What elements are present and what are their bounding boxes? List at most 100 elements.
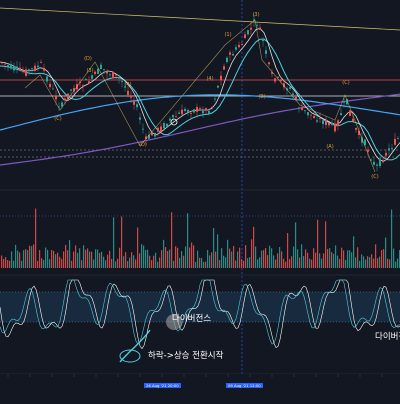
candle-body	[13, 66, 15, 71]
candle-body	[199, 108, 201, 110]
volume-bar	[79, 248, 81, 268]
candle-body	[340, 113, 342, 116]
volume-bar	[333, 253, 335, 268]
volume-bar	[225, 257, 227, 268]
volume-bar	[11, 251, 13, 268]
candle-body	[223, 66, 225, 70]
volume-bar	[89, 251, 91, 268]
volume-bar	[199, 257, 201, 268]
volume-bar	[339, 258, 341, 268]
candle-body	[82, 85, 84, 87]
volume-bar	[13, 260, 15, 268]
volume-bar	[115, 261, 117, 268]
candle-body	[64, 98, 66, 100]
volume-bar	[357, 247, 359, 268]
volume-bar	[347, 250, 349, 268]
volume-bar	[85, 249, 87, 268]
candle-body	[211, 107, 213, 108]
volume-bar	[391, 209, 393, 268]
volume-bar	[283, 258, 285, 268]
volume-bar	[341, 247, 343, 268]
candle-body	[193, 109, 195, 113]
volume-bar	[51, 249, 53, 268]
volume-bar	[211, 252, 213, 268]
volume-bar	[389, 259, 391, 268]
volume-bar	[315, 252, 317, 268]
volume-bar	[295, 222, 297, 268]
volume-bar	[381, 250, 383, 268]
volume-bar	[273, 255, 275, 268]
divergence-right-label: 다이버전	[375, 332, 400, 342]
candle-body	[226, 57, 228, 63]
candle-body	[157, 127, 159, 132]
volume-bar	[151, 260, 153, 268]
volume-bar	[299, 257, 301, 268]
volume-bar	[175, 246, 177, 268]
volume-bar	[125, 252, 127, 268]
candle-body	[214, 98, 216, 100]
volume-bar	[343, 250, 345, 268]
candle-body	[349, 110, 351, 116]
volume-bar	[117, 258, 119, 268]
candle-body	[94, 71, 96, 75]
volume-bar	[143, 245, 145, 268]
volume-bar	[351, 252, 353, 268]
volume-bar	[187, 213, 189, 268]
volume-bar	[203, 261, 205, 268]
candle-body	[181, 109, 183, 115]
chart-background	[0, 0, 400, 400]
candle-body	[4, 63, 6, 65]
volume-bar	[155, 252, 157, 268]
chart-canvas[interactable]: (C) (D) (3) (4) (D) (1) (3) (B) (C) (A) (C) (4)	[0, 0, 400, 400]
volume-bar	[153, 255, 155, 268]
volume-bar	[223, 255, 225, 268]
volume-bar	[241, 259, 243, 268]
volume-bar	[373, 258, 375, 268]
candle-body	[175, 116, 177, 118]
candle-body	[304, 110, 306, 112]
candle-body	[7, 65, 9, 67]
candle-body	[385, 152, 387, 156]
volume-bar	[371, 254, 373, 268]
volume-bar	[137, 227, 139, 268]
candle-body	[355, 128, 357, 130]
volume-bar	[69, 240, 71, 268]
volume-bar	[95, 249, 97, 268]
candle-body	[49, 83, 51, 88]
volume-bar	[361, 254, 363, 268]
candle-body	[352, 118, 354, 122]
candle-body	[322, 120, 324, 125]
volume-bar	[209, 255, 211, 268]
candle-body	[106, 71, 108, 74]
volume-bar	[335, 245, 337, 268]
candle-body	[118, 77, 120, 79]
candle-body	[109, 74, 111, 76]
candle-body	[241, 44, 243, 45]
volume-bar	[71, 260, 73, 268]
volume-bar	[385, 237, 387, 268]
wave-label: (C)	[54, 116, 61, 122]
volume-bar	[105, 260, 107, 268]
volume-bar	[207, 249, 209, 268]
volume-bar	[37, 260, 39, 268]
volume-bar	[251, 239, 253, 268]
candle-body	[388, 148, 390, 151]
candle-body	[16, 66, 18, 68]
chart-stage[interactable]: (C) (D) (3) (4) (D) (1) (3) (B) (C) (A) (C) (4) 다이버…	[0, 0, 400, 400]
time-axis[interactable]	[0, 374, 400, 400]
volume-bar	[337, 255, 339, 268]
volume-bar	[23, 250, 25, 268]
candle-body	[394, 138, 396, 145]
candle-body	[250, 27, 252, 30]
volume-bar	[249, 257, 251, 268]
volume-bar	[5, 257, 7, 268]
volume-bar	[197, 250, 199, 268]
candle-body	[298, 107, 300, 109]
volume-bar	[301, 244, 303, 268]
volume-bar	[217, 234, 219, 268]
volume-bar	[189, 247, 191, 268]
volume-bar	[29, 245, 31, 268]
volume-bar	[345, 259, 347, 268]
volume-bar	[161, 250, 163, 268]
candle-body	[115, 74, 117, 76]
